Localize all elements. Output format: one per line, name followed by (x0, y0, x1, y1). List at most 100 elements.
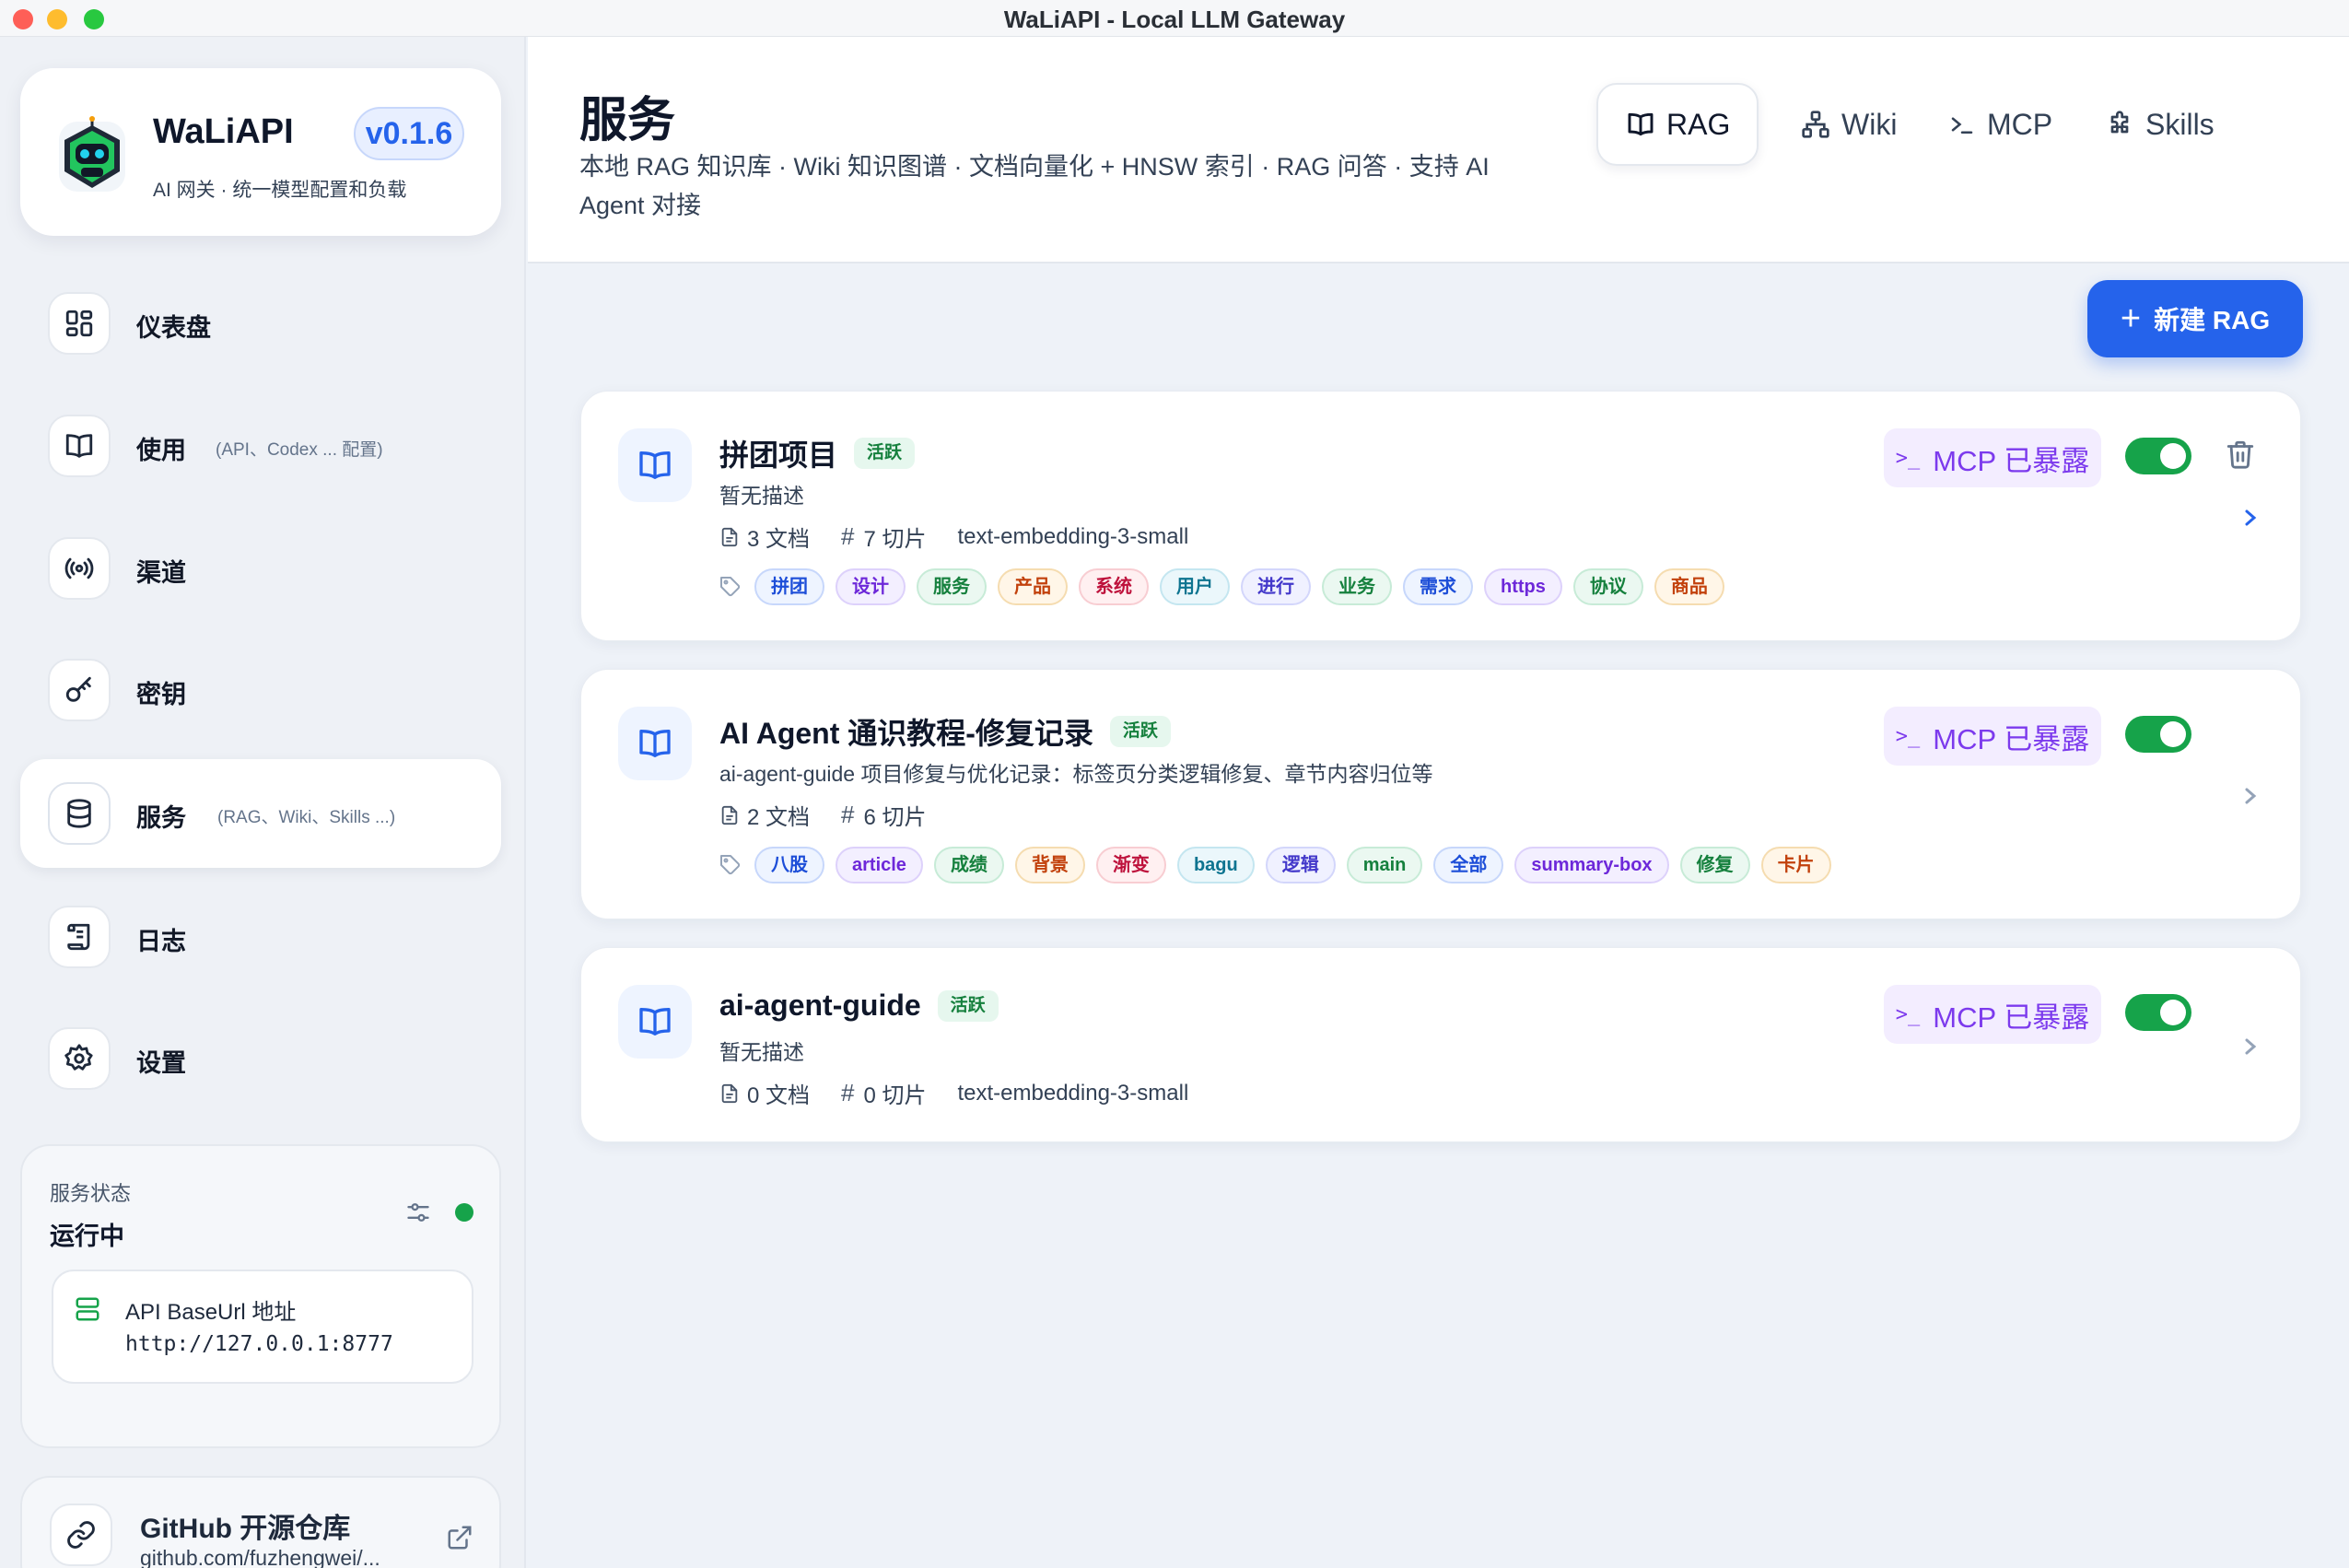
mcp-exposed-button[interactable]: >_ MCP 已暴露 (1884, 428, 2101, 487)
tag[interactable]: 修复 (1679, 847, 1750, 883)
nav-item-services[interactable]: 服务 (RAG、Wiki、Skills ...) (20, 759, 501, 868)
tab-skills[interactable]: Skills (2077, 83, 2234, 166)
link-icon (50, 1504, 112, 1566)
chevron-right-icon[interactable] (2239, 782, 2261, 810)
rag-name: AI Agent 通识教程-修复记录 (719, 717, 1093, 750)
tag[interactable]: main (1346, 847, 1423, 883)
tag[interactable]: 系统 (1079, 568, 1149, 605)
new-rag-button[interactable]: + 新建 RAG (2087, 280, 2303, 357)
rag-card[interactable]: AI Agent 通识教程-修复记录 活跃 ai-agent-guide 项目修… (580, 669, 2301, 919)
status-label: 服务状态 (50, 1182, 132, 1205)
sliders-icon[interactable] (405, 1199, 431, 1225)
rag-description: ai-agent-guide 项目修复与优化记录：标签页分类逻辑修复、章节内容归… (719, 762, 1433, 786)
tag[interactable]: 背景 (1014, 847, 1085, 883)
dashboard-icon (48, 292, 111, 355)
enable-toggle[interactable] (2125, 994, 2191, 1031)
sidebar: WaLiAPI v0.1.6 AI 网关 · 统一模型配置和负载 仪表盘 使用 … (0, 37, 526, 1568)
tag[interactable]: 拼团 (754, 568, 824, 605)
embedding-model: text-embedding-3-small (957, 523, 1189, 549)
chunk-count: 0 切片 (863, 1083, 927, 1108)
page-header: 服务 本地 RAG 知识库 · Wiki 知识图谱 · 文档向量化 + HNSW… (528, 37, 2349, 263)
chunk-count: 6 切片 (863, 805, 927, 830)
rag-card[interactable]: ai-agent-guide 活跃 暂无描述 0 文档 #0 切片 text-e… (580, 947, 2301, 1142)
tab-mcp[interactable]: MCP (1921, 83, 2059, 166)
nav-hint: (RAG、Wiki、Skills ...) (217, 808, 396, 827)
tab-rag[interactable]: RAG (1596, 83, 1759, 166)
nav-item-dashboard[interactable]: 仪表盘 (20, 269, 501, 378)
nav-item-logs[interactable]: 日志 (20, 883, 501, 991)
book-icon (1628, 112, 1654, 136)
rag-name: ai-agent-guide (719, 989, 921, 1022)
doc-count: 2 文档 (747, 805, 811, 830)
tag[interactable]: 八股 (754, 847, 824, 883)
version-badge: v0.1.6 (354, 107, 464, 160)
status-value: 运行中 (50, 1223, 124, 1250)
api-baseurl-box[interactable]: API BaseUrl 地址 http://127.0.0.1:8777 (52, 1270, 473, 1384)
broadcast-icon (48, 537, 111, 600)
terminal-icon: >_ (1895, 1002, 1921, 1026)
tag[interactable]: 用户 (1160, 568, 1230, 605)
terminal-icon: >_ (1895, 724, 1921, 748)
mcp-exposed-button[interactable]: >_ MCP 已暴露 (1884, 707, 2101, 766)
tag[interactable]: article (836, 847, 923, 883)
enable-toggle[interactable] (2125, 438, 2191, 474)
sitemap-icon (1802, 111, 1829, 138)
page-subtitle: 本地 RAG 知识库 · Wiki 知识图谱 · 文档向量化 + HNSW 索引… (579, 153, 1490, 219)
embedding-model: text-embedding-3-small (957, 1080, 1189, 1106)
window-titlebar: WaLiAPI - Local LLM Gateway (0, 0, 2349, 37)
tag[interactable]: 需求 (1403, 568, 1473, 605)
tag[interactable]: summary-box (1514, 847, 1669, 883)
enable-toggle[interactable] (2125, 716, 2191, 753)
page-title: 服务 (579, 94, 676, 147)
nav-item-usage[interactable]: 使用 (API、Codex ... 配置) (20, 392, 501, 500)
rag-card[interactable]: 拼团项目 活跃 暂无描述 3 文档 #7 切片 text-embedding-3… (580, 391, 2301, 641)
chevron-right-icon[interactable] (2239, 1033, 2261, 1060)
tag[interactable]: 渐变 (1095, 847, 1166, 883)
nav-label: 密钥 (136, 681, 186, 708)
tag[interactable]: bagu (1176, 847, 1255, 883)
tag[interactable]: 商品 (1654, 568, 1724, 605)
tag[interactable]: 产品 (998, 568, 1068, 605)
document-icon (721, 805, 738, 825)
status-indicator-dot (455, 1203, 473, 1222)
tag[interactable]: 服务 (917, 568, 987, 605)
github-repo-link[interactable]: GitHub 开源仓库 github.com/fuzhengwei/... (20, 1476, 501, 1568)
tag[interactable]: 进行 (1241, 568, 1311, 605)
nav-item-channels[interactable]: 渠道 (20, 514, 501, 623)
nav-item-settings[interactable]: 设置 (20, 1004, 501, 1113)
nav-label: 使用 (136, 437, 186, 464)
mcp-label: MCP 已暴露 (1933, 722, 2090, 755)
tag[interactable]: https (1484, 568, 1562, 605)
github-title: GitHub 开源仓库 (140, 1514, 351, 1544)
plus-icon: + (2120, 299, 2142, 338)
trash-icon[interactable] (2225, 438, 2256, 471)
tag[interactable]: 全部 (1433, 847, 1504, 883)
tag[interactable]: 业务 (1322, 568, 1392, 605)
status-badge: 活跃 (854, 438, 916, 469)
tag[interactable]: 逻辑 (1265, 847, 1336, 883)
chevron-right-icon[interactable] (2239, 504, 2261, 532)
tag[interactable]: 协议 (1572, 568, 1643, 605)
tab-label: RAG (1666, 107, 1731, 141)
rag-name: 拼团项目 (719, 439, 838, 472)
nav-label: 仪表盘 (136, 314, 211, 342)
book-icon (618, 428, 692, 502)
tab-wiki[interactable]: Wiki (1773, 83, 1902, 166)
puzzle-icon (2110, 111, 2129, 134)
nav-item-keys[interactable]: 密钥 (20, 636, 501, 744)
database-icon (48, 782, 111, 845)
doc-count: 0 文档 (747, 1083, 811, 1108)
tag[interactable]: 成绩 (933, 847, 1004, 883)
brand-name: WaLiAPI (153, 112, 294, 151)
gear-icon (48, 1027, 111, 1090)
hash-icon: # (841, 522, 855, 550)
mcp-exposed-button[interactable]: >_ MCP 已暴露 (1884, 985, 2101, 1044)
tag[interactable]: 卡片 (1760, 847, 1831, 883)
tag-icon (720, 577, 741, 597)
scroll-icon (48, 906, 111, 968)
mcp-label: MCP 已暴露 (1933, 444, 2090, 477)
tag[interactable]: 设计 (836, 568, 906, 605)
nav-label: 渠道 (136, 559, 186, 587)
terminal-icon: >_ (1895, 446, 1921, 470)
window-title: WaLiAPI - Local LLM Gateway (1003, 6, 1346, 33)
